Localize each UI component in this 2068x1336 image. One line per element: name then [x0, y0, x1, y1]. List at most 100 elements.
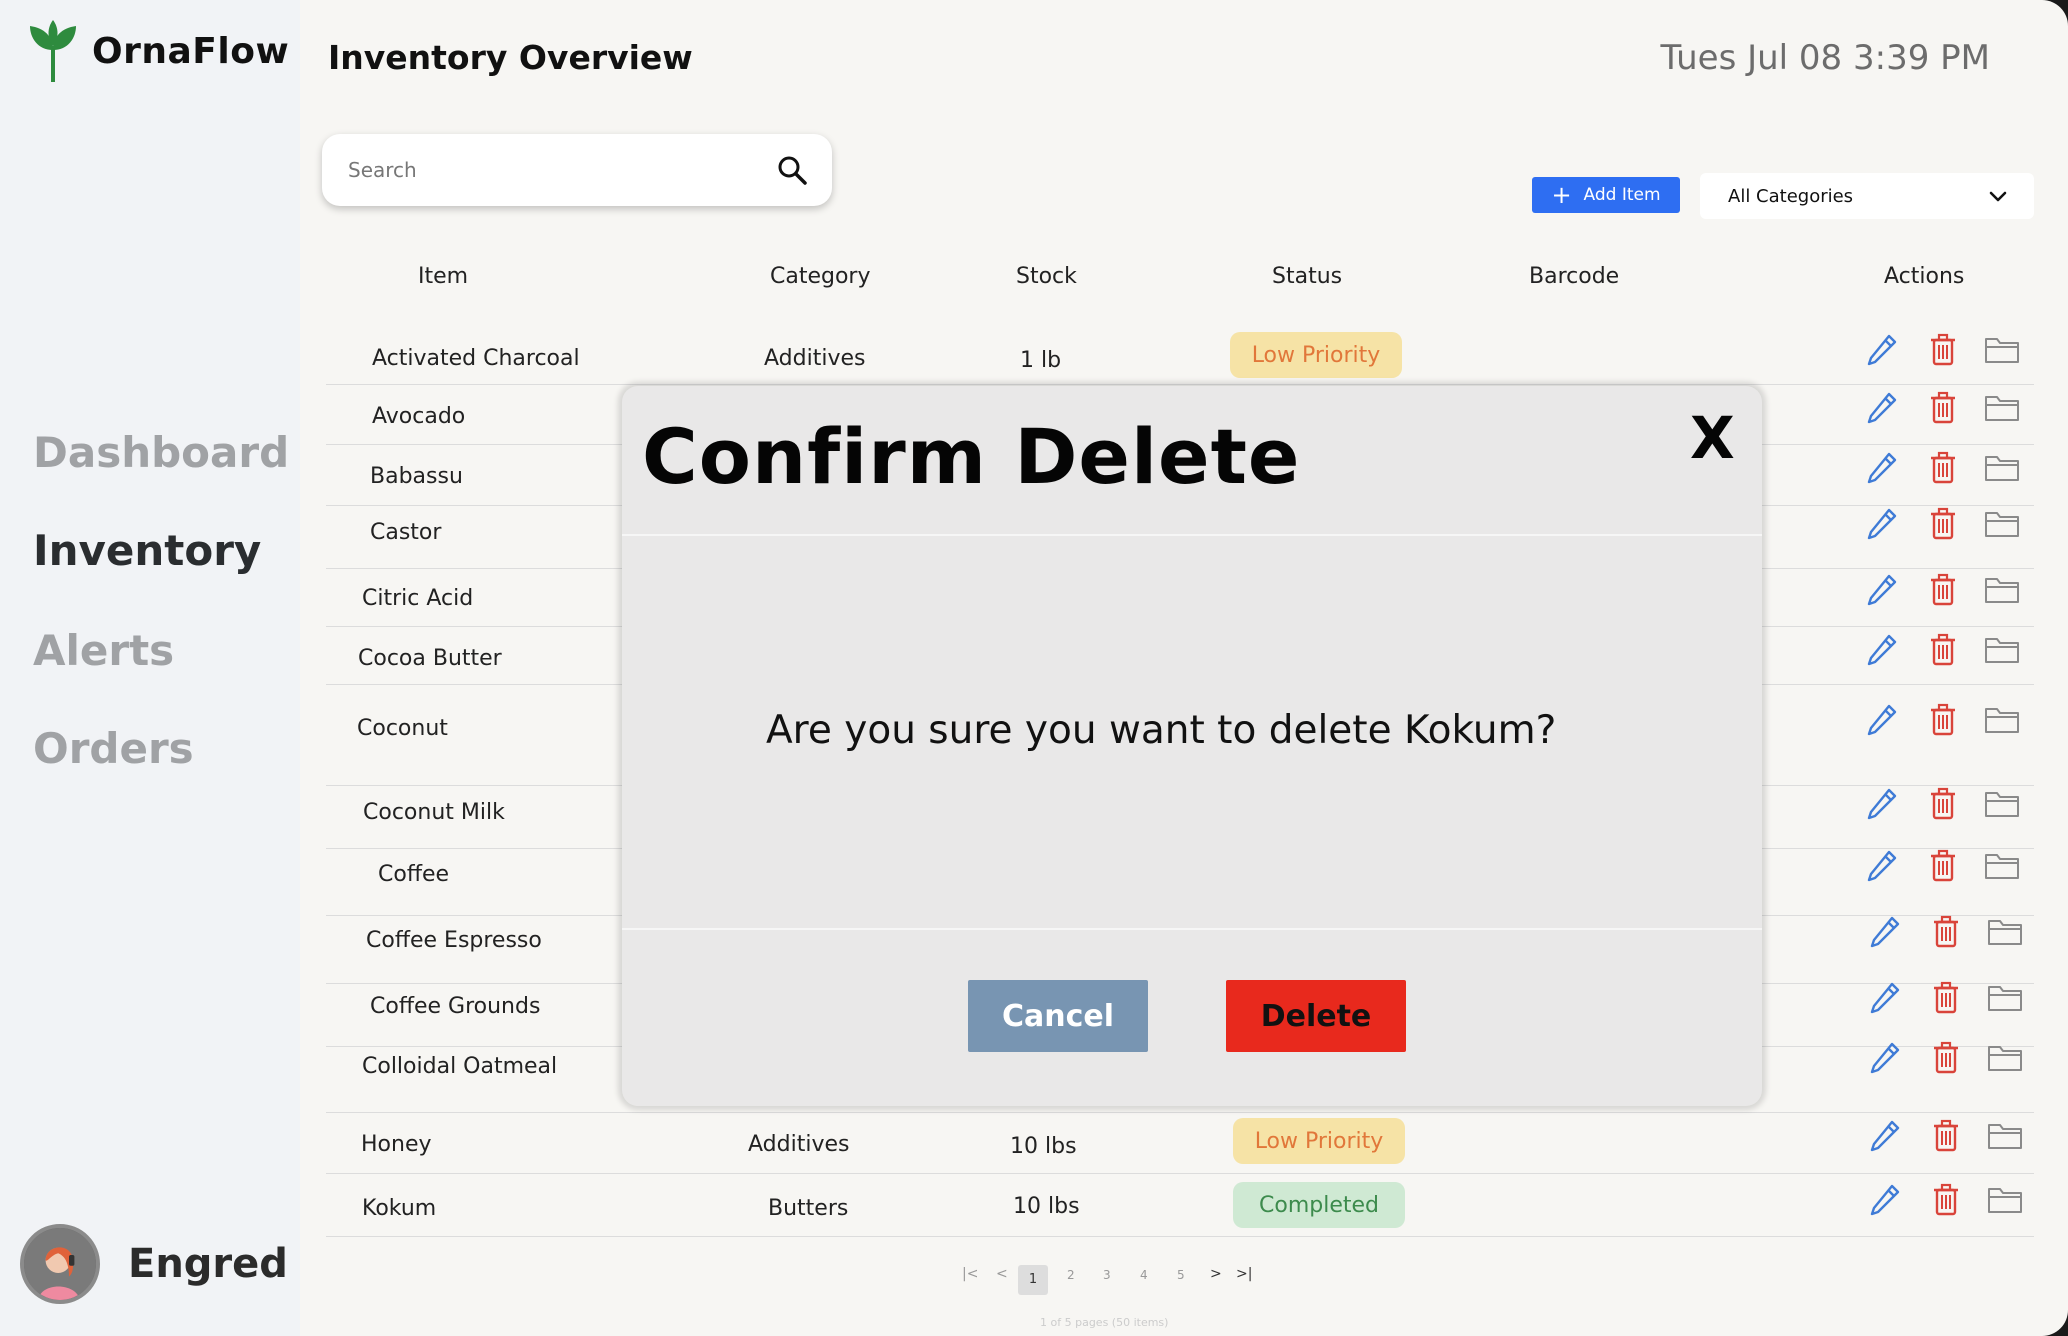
archive-button[interactable]: [1983, 784, 2021, 822]
cell-item: Coffee Espresso: [366, 928, 542, 953]
cell-item: Colloidal Oatmeal: [362, 1054, 558, 1079]
edit-button[interactable]: [1866, 1038, 1904, 1076]
add-item-button[interactable]: + Add Item: [1532, 177, 1680, 213]
edit-button[interactable]: [1866, 1116, 1904, 1154]
pagination-info: 1 of 5 pages (50 items): [1040, 1316, 1169, 1329]
archive-button[interactable]: [1986, 1116, 2024, 1154]
avatar[interactable]: [20, 1224, 100, 1304]
sidebar-item-inventory[interactable]: Inventory: [33, 526, 261, 575]
search-box[interactable]: [322, 134, 832, 206]
trash-icon: [1934, 915, 1958, 948]
edit-button[interactable]: [1863, 570, 1901, 608]
prev-page-button[interactable]: <: [996, 1266, 1008, 1282]
delete-row-button[interactable]: [1924, 330, 1962, 368]
edit-button[interactable]: [1866, 1180, 1904, 1218]
pencil-icon: [1870, 982, 1900, 1014]
delete-row-button[interactable]: [1924, 846, 1962, 884]
archive-button[interactable]: [1983, 448, 2021, 486]
edit-button[interactable]: [1866, 978, 1904, 1016]
delete-row-button[interactable]: [1927, 1038, 1965, 1076]
trash-icon: [1934, 981, 1958, 1014]
chevron-down-icon: [1989, 191, 2007, 202]
archive-button[interactable]: [1983, 504, 2021, 542]
category-select[interactable]: All Categories: [1700, 173, 2034, 219]
archive-button[interactable]: [1983, 388, 2021, 426]
dialog-title: Confirm Delete: [642, 412, 1301, 501]
folder-icon: [1985, 338, 2019, 363]
delete-row-button[interactable]: [1927, 978, 1965, 1016]
trash-icon: [1931, 703, 1955, 736]
page-1-button[interactable]: 1: [1018, 1265, 1048, 1295]
sidebar-item-orders[interactable]: Orders: [33, 724, 194, 773]
edit-button[interactable]: [1863, 700, 1901, 738]
trash-icon: [1931, 333, 1955, 366]
page-5-button[interactable]: 5: [1177, 1268, 1185, 1282]
logo[interactable]: OrnaFlow: [28, 20, 289, 82]
delete-row-button[interactable]: [1924, 570, 1962, 608]
trash-icon: [1931, 507, 1955, 540]
page-title: Inventory Overview: [328, 38, 693, 77]
sidebar: OrnaFlow Dashboard Inventory Alerts Orde…: [0, 0, 300, 1336]
pencil-icon: [1867, 392, 1897, 424]
pencil-icon: [1867, 788, 1897, 820]
add-item-label: Add Item: [1583, 185, 1661, 205]
confirm-delete-dialog: Confirm Delete X Are you sure you want t…: [622, 386, 1762, 1106]
edit-button[interactable]: [1866, 912, 1904, 950]
cancel-button[interactable]: Cancel: [968, 980, 1148, 1052]
delete-row-button[interactable]: [1924, 388, 1962, 426]
cell-item: Avocado: [372, 404, 466, 429]
delete-row-button[interactable]: [1927, 912, 1965, 950]
column-header-category: Category: [770, 264, 871, 289]
pencil-icon: [1867, 634, 1897, 666]
archive-button[interactable]: [1983, 630, 2021, 668]
archive-button[interactable]: [1983, 570, 2021, 608]
delete-row-button[interactable]: [1924, 504, 1962, 542]
archive-button[interactable]: [1983, 700, 2021, 738]
sidebar-item-alerts[interactable]: Alerts: [33, 626, 174, 675]
folder-icon: [1988, 986, 2022, 1011]
archive-button[interactable]: [1983, 330, 2021, 368]
archive-button[interactable]: [1986, 1180, 2024, 1218]
edit-button[interactable]: [1863, 784, 1901, 822]
page-2-button[interactable]: 2: [1067, 1268, 1075, 1282]
column-header-actions: Actions: [1884, 264, 1965, 289]
cell-item: Honey: [361, 1132, 432, 1157]
cell-item: Kokum: [362, 1196, 437, 1221]
delete-button[interactable]: Delete: [1226, 980, 1406, 1052]
edit-button[interactable]: [1863, 630, 1901, 668]
cell-item: Coconut Milk: [363, 800, 505, 825]
cell-item: Citric Acid: [362, 586, 474, 611]
edit-button[interactable]: [1863, 448, 1901, 486]
archive-button[interactable]: [1986, 978, 2024, 1016]
page-4-button[interactable]: 4: [1140, 1268, 1148, 1282]
last-page-button[interactable]: >|: [1236, 1266, 1252, 1282]
first-page-button[interactable]: |<: [962, 1266, 978, 1282]
search-icon[interactable]: [776, 154, 808, 186]
edit-button[interactable]: [1863, 504, 1901, 542]
cell-item: Cocoa Butter: [358, 646, 502, 671]
delete-row-button[interactable]: [1927, 1116, 1965, 1154]
sidebar-item-dashboard[interactable]: Dashboard: [33, 428, 289, 477]
delete-row-button[interactable]: [1924, 448, 1962, 486]
archive-button[interactable]: [1986, 912, 2024, 950]
page-3-button[interactable]: 3: [1103, 1268, 1111, 1282]
archive-button[interactable]: [1986, 1038, 2024, 1076]
column-header-status: Status: [1272, 264, 1343, 289]
delete-row-button[interactable]: [1924, 700, 1962, 738]
app-name: OrnaFlow: [92, 30, 290, 72]
edit-button[interactable]: [1863, 388, 1901, 426]
folder-icon: [1988, 1124, 2022, 1149]
user-profile[interactable]: Engred: [20, 1224, 288, 1304]
delete-row-button[interactable]: [1924, 630, 1962, 668]
archive-button[interactable]: [1983, 846, 2021, 884]
edit-button[interactable]: [1863, 846, 1901, 884]
dialog-divider-bottom: [622, 928, 1762, 930]
delete-row-button[interactable]: [1924, 784, 1962, 822]
next-page-button[interactable]: >: [1210, 1266, 1222, 1282]
dialog-message: Are you sure you want to delete Kokum?: [766, 708, 1557, 753]
edit-button[interactable]: [1863, 330, 1901, 368]
delete-row-button[interactable]: [1927, 1180, 1965, 1218]
search-input[interactable]: [348, 158, 758, 182]
close-button[interactable]: X: [1690, 404, 1735, 472]
trash-icon: [1931, 849, 1955, 882]
